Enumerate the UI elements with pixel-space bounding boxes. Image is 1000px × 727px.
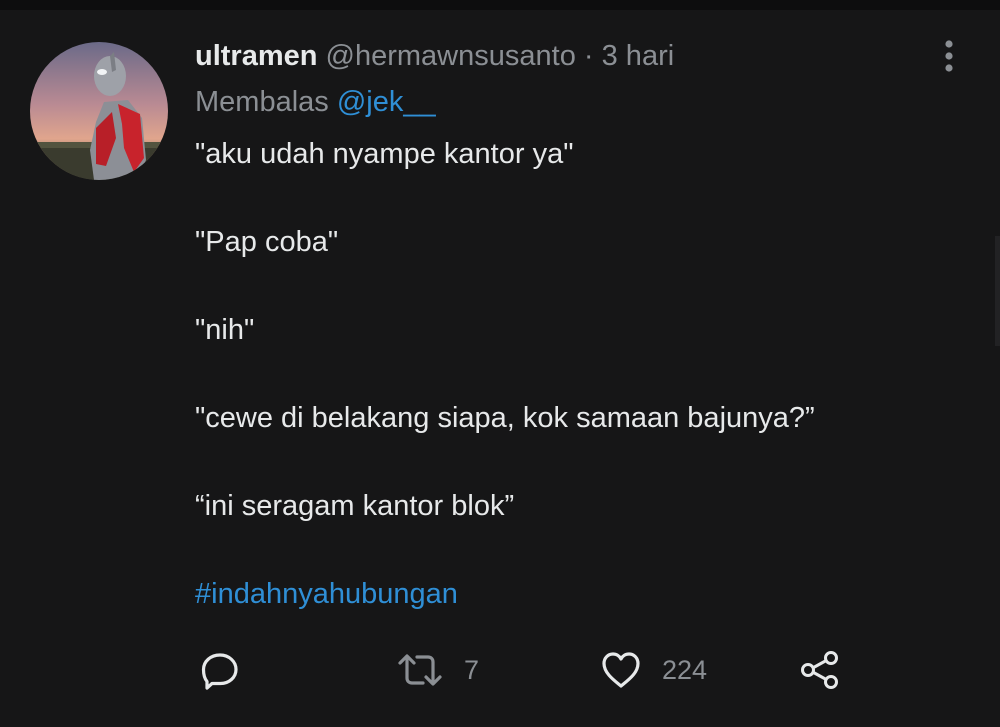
tweet-text: "aku udah nyampe kantor ya" "Pap coba" "… — [195, 132, 965, 616]
tweet-timestamp[interactable]: 3 hari — [602, 40, 675, 72]
retweet-button[interactable]: 7 — [396, 640, 479, 700]
tweet-line: "nih" — [195, 314, 255, 346]
heart-icon — [602, 652, 640, 688]
tweet-line: "aku udah nyampe kantor ya" — [195, 138, 574, 170]
tweet-content: ultramen @hermawnsusanto · 3 hari Membal… — [195, 34, 965, 616]
avatar[interactable] — [30, 42, 168, 180]
tweet-line: "Pap coba" — [195, 226, 339, 258]
retweet-icon — [398, 654, 442, 686]
tweet-header: ultramen @hermawnsusanto · 3 hari — [195, 34, 965, 78]
reply-button[interactable] — [198, 640, 242, 700]
tweet-line: "cewe di belakang siapa, kok samaan baju… — [195, 402, 815, 434]
tweet-screen: ultramen @hermawnsusanto · 3 hari Membal… — [0, 0, 1000, 727]
user-handle[interactable]: @hermawnsusanto — [326, 40, 576, 72]
share-icon — [801, 651, 838, 689]
like-button[interactable]: 224 — [600, 640, 707, 700]
scroll-edge — [995, 236, 1000, 346]
reply-mention-link[interactable]: @jek__ — [337, 86, 436, 118]
replying-to: Membalas @jek__ — [195, 80, 965, 124]
hashtag-link[interactable]: #indahnyahubungan — [195, 572, 965, 616]
tweet-actions: 7 224 — [0, 640, 1000, 700]
display-name[interactable]: ultramen — [195, 40, 317, 72]
reply-icon — [201, 653, 238, 690]
replying-to-label: Membalas — [195, 86, 329, 118]
tweet-line: “ini seragam kantor blok” — [195, 490, 515, 522]
share-button[interactable] — [798, 640, 842, 700]
top-divider — [0, 0, 1000, 10]
header-separator: · — [583, 40, 594, 72]
retweet-count: 7 — [464, 654, 480, 685]
like-count: 224 — [662, 654, 708, 685]
